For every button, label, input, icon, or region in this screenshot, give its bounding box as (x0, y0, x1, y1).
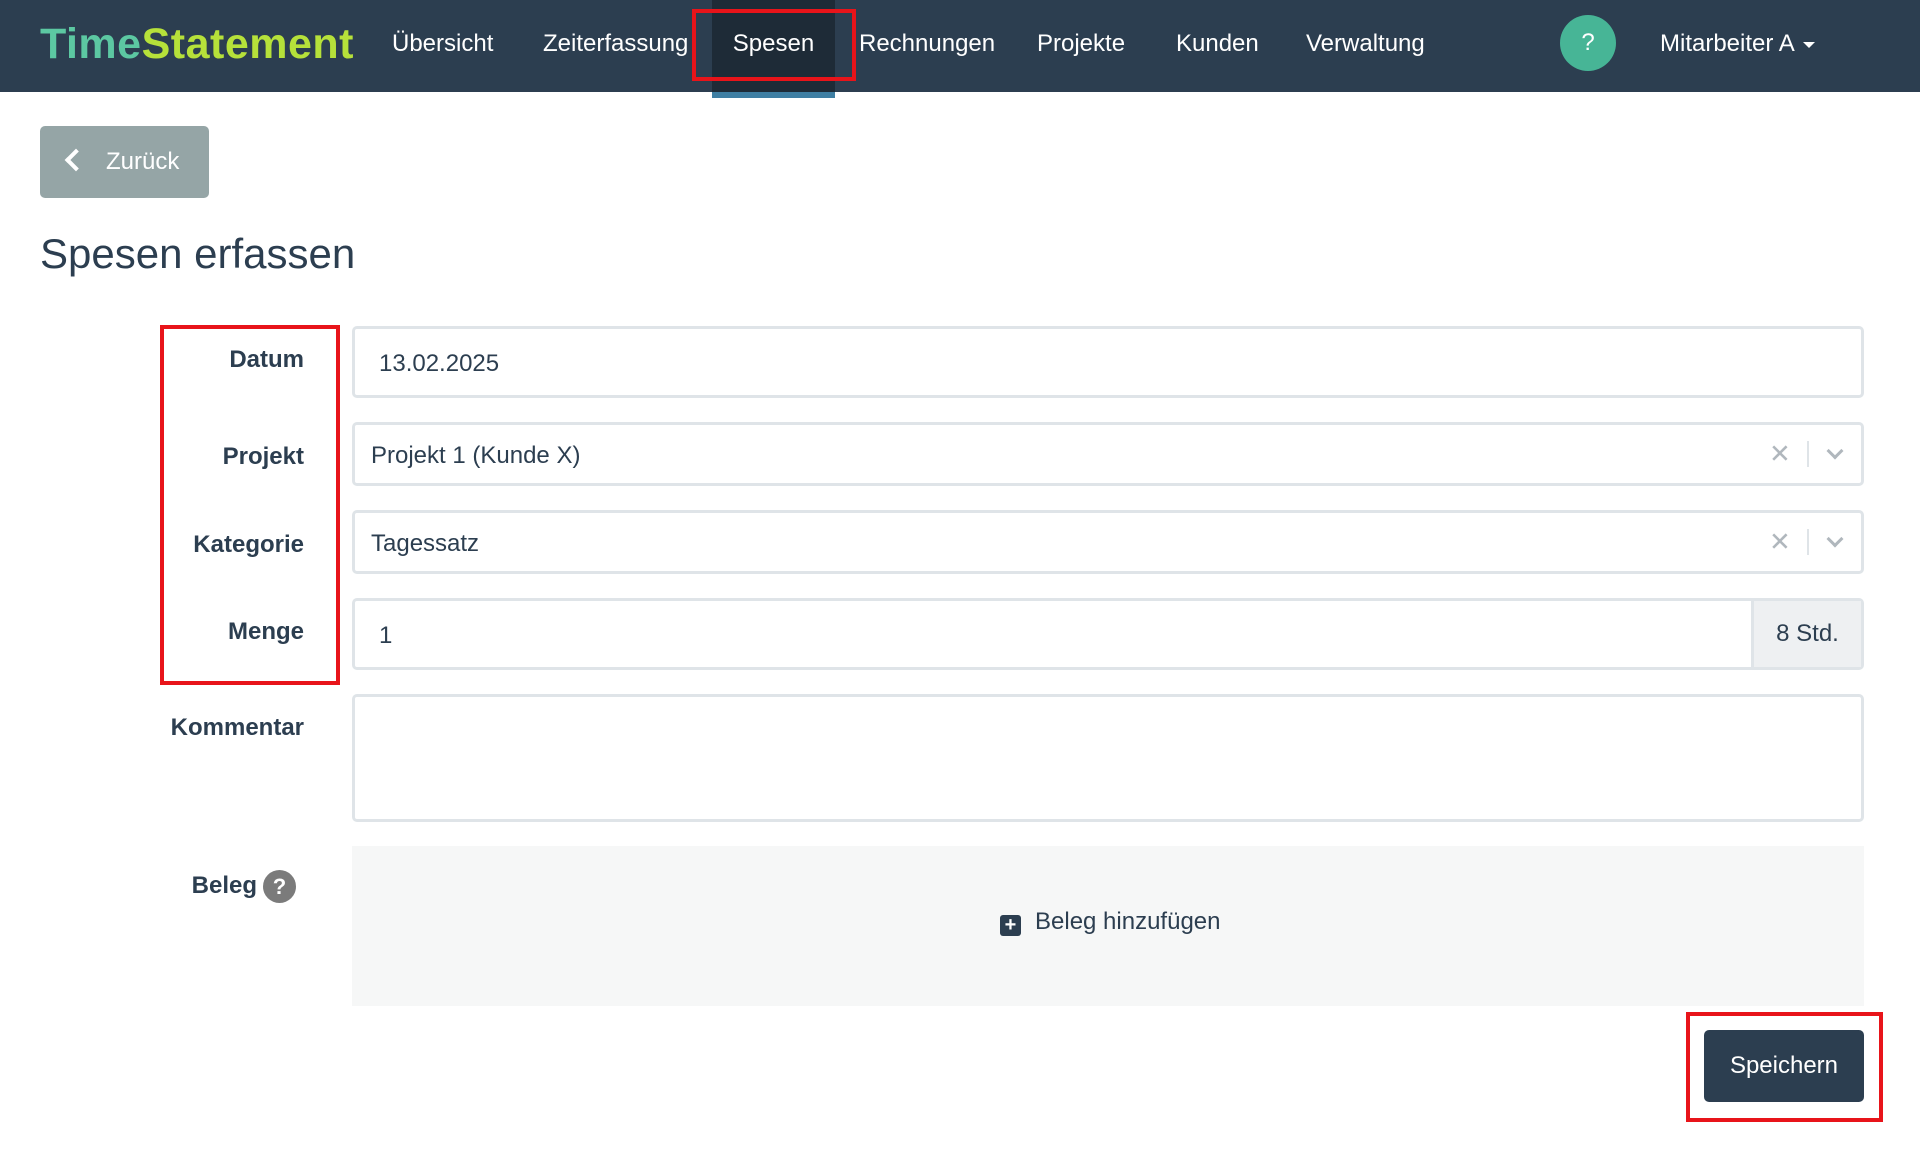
nav-item-verwaltung[interactable]: Verwaltung (1306, 0, 1425, 92)
menge-input[interactable]: 1 8 Std. (352, 598, 1864, 670)
projekt-select[interactable]: Projekt 1 (Kunde X) ✕ (352, 422, 1864, 486)
nav-item-uebersicht[interactable]: Übersicht (392, 0, 493, 92)
nav-item-zeiterfassung[interactable]: Zeiterfassung (543, 0, 688, 92)
chevron-left-icon (64, 148, 88, 172)
kommentar-label: Kommentar (170, 714, 304, 741)
kommentar-textarea[interactable] (352, 694, 1864, 822)
projekt-value: Projekt 1 (Kunde X) (371, 442, 581, 469)
caret-down-icon (1802, 41, 1815, 48)
save-button[interactable]: Speichern (1704, 1030, 1864, 1102)
top-navbar: TimeStatement Übersicht Zeiterfassung Sp… (0, 0, 1920, 98)
help-button[interactable]: ? (1560, 15, 1616, 71)
kategorie-label: Kategorie (193, 531, 304, 558)
chevron-down-icon[interactable] (1826, 442, 1844, 460)
datum-input[interactable]: 13.02.2025 (352, 326, 1864, 398)
brand-logo[interactable]: TimeStatement (40, 20, 354, 69)
plus-square-icon: + (1000, 915, 1021, 936)
menge-label: Menge (227, 618, 304, 645)
kategorie-select[interactable]: Tagessatz ✕ (352, 510, 1864, 574)
nav-item-projekte[interactable]: Projekte (1037, 0, 1125, 92)
brand-part-time: Time (40, 20, 142, 68)
menge-unit-addon: 8 Std. (1751, 601, 1861, 667)
question-icon[interactable]: ? (263, 870, 296, 903)
user-name: Mitarbeiter A (1660, 30, 1795, 57)
back-button[interactable]: Zurück (40, 126, 209, 198)
chevron-down-icon[interactable] (1826, 530, 1844, 548)
kategorie-value: Tagessatz (371, 530, 480, 557)
add-beleg-label: Beleg hinzufügen (1035, 908, 1221, 935)
add-beleg-button[interactable]: + Beleg hinzufügen (1000, 908, 1220, 936)
select-separator (1807, 441, 1809, 467)
beleg-label: Beleg (191, 871, 257, 899)
datum-value: 13.02.2025 (379, 350, 500, 377)
nav-item-rechnungen[interactable]: Rechnungen (859, 0, 995, 92)
clear-icon[interactable]: ✕ (1769, 527, 1791, 558)
user-menu-dropdown[interactable]: Mitarbeiter A (1660, 0, 1815, 92)
select-separator (1807, 529, 1809, 555)
menge-value: 1 (379, 622, 393, 649)
beleg-label-group: Beleg? (192, 870, 296, 903)
back-button-label: Zurück (106, 148, 180, 175)
datum-label: Datum (229, 346, 304, 373)
page-title: Spesen erfassen (40, 230, 356, 277)
nav-item-kunden[interactable]: Kunden (1176, 0, 1259, 92)
nav-item-spesen[interactable]: Spesen (712, 0, 835, 98)
clear-icon[interactable]: ✕ (1769, 439, 1791, 470)
brand-part-statement: Statement (141, 20, 354, 68)
projekt-label: Projekt (222, 443, 304, 470)
beleg-upload-area[interactable]: + Beleg hinzufügen (352, 846, 1864, 1006)
